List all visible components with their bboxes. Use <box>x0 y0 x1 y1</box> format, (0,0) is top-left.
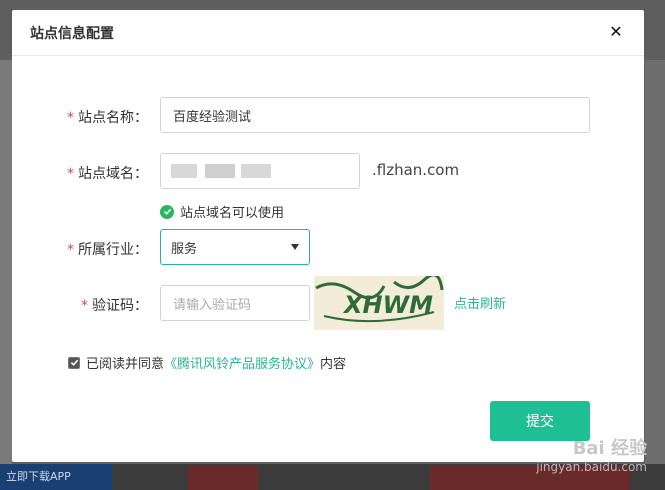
captcha-label: * 验证码： <box>81 298 148 314</box>
captcha-input[interactable]: 请输入验证码 <box>160 285 310 321</box>
background-banner <box>188 466 258 490</box>
domain-available-message: 站点域名可以使用 <box>160 202 284 221</box>
blurred-text <box>205 164 235 178</box>
site-name-input[interactable]: 百度经验测试 <box>160 97 590 133</box>
required-mark: * <box>67 110 74 126</box>
blurred-text <box>171 164 197 178</box>
industry-selected-value: 服务 <box>171 241 198 257</box>
dropdown-caret-icon <box>291 244 299 250</box>
site-domain-label: * 站点域名： <box>67 166 148 182</box>
dialog-header: 站点信息配置 ✕ <box>12 10 644 56</box>
industry-label: * 所属行业： <box>67 242 148 258</box>
blurred-text <box>241 164 271 178</box>
required-mark: * <box>67 242 74 258</box>
domain-suffix: .flzhan.com <box>372 161 460 179</box>
download-app-button: 立即下载APP <box>0 464 112 490</box>
agreement-link[interactable]: 《腾讯风铃产品服务协议》 <box>164 353 320 372</box>
site-name-label: * 站点名称： <box>67 110 148 126</box>
watermark-url: jingyan.baidu.com <box>536 460 647 474</box>
background-page-right <box>645 60 665 470</box>
site-domain-input[interactable] <box>160 153 360 189</box>
dialog-title: 站点信息配置 <box>30 25 114 42</box>
check-circle-icon <box>160 204 174 219</box>
required-mark: * <box>81 298 88 314</box>
watermark: Bai 经验 jingyan.baidu.com <box>536 434 647 474</box>
agreement-row: 已阅读并同意 《腾讯风铃产品服务协议》 内容 <box>68 353 346 372</box>
agreement-checkbox[interactable] <box>68 356 80 369</box>
background-page-left <box>0 60 12 470</box>
agreement-prefix: 已阅读并同意 <box>86 357 165 372</box>
required-mark: * <box>67 166 74 182</box>
refresh-captcha-link[interactable]: 点击刷新 <box>454 293 506 312</box>
site-config-dialog: 站点信息配置 ✕ * 站点名称： 百度经验测试 * 站点域名： .flzhan.co… <box>12 10 644 462</box>
close-icon[interactable]: ✕ <box>608 22 624 41</box>
watermark-logo: Bai 经验 <box>572 438 647 459</box>
captcha-image[interactable]: XHWM <box>314 276 444 330</box>
agreement-suffix: 内容 <box>320 357 347 372</box>
captcha-text: XHWM <box>342 291 433 319</box>
industry-select[interactable]: 服务 <box>160 229 310 265</box>
